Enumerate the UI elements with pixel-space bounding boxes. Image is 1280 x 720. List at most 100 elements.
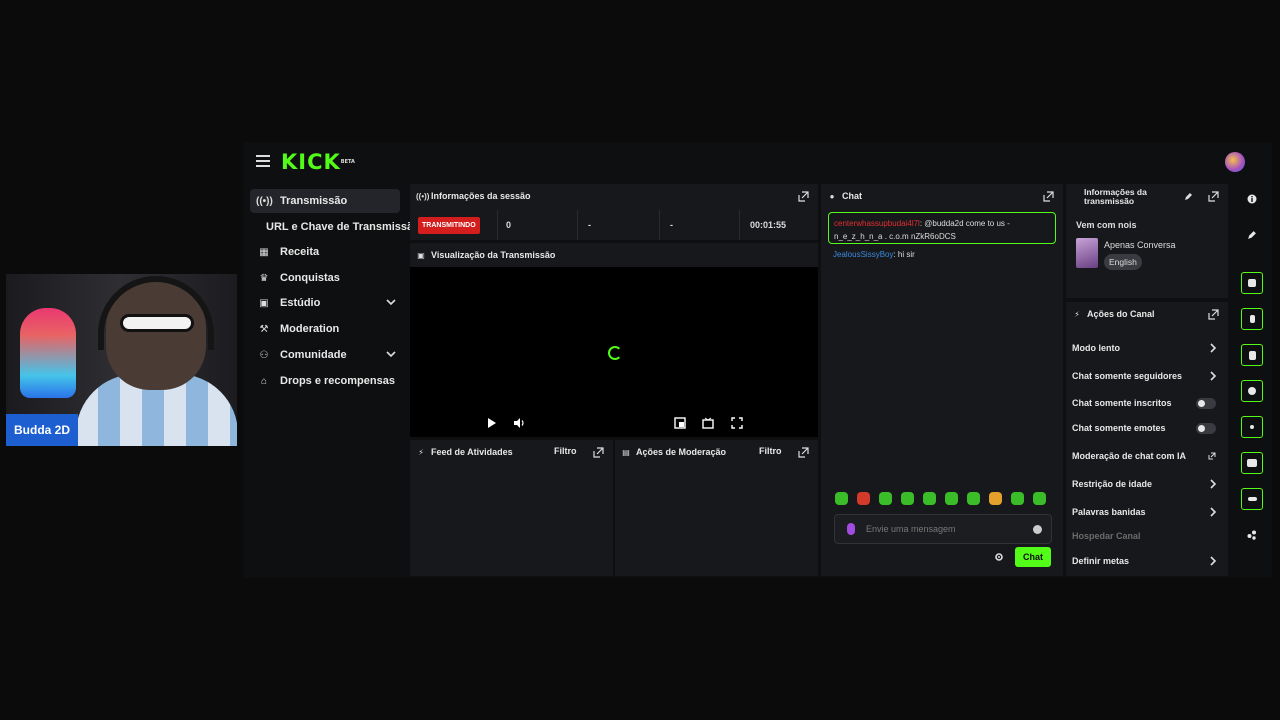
studio-icon: ▣	[259, 297, 269, 309]
emote-icon[interactable]	[901, 492, 914, 505]
action-label: Modo lento	[1072, 343, 1120, 353]
emoji-picker-icon[interactable]	[1033, 525, 1042, 534]
chevron-right-icon	[1210, 479, 1217, 489]
microphone-icon[interactable]	[847, 523, 855, 535]
emote-icon[interactable]	[945, 492, 958, 505]
action-label: Palavras banidas	[1072, 507, 1146, 517]
user-avatar[interactable]	[1225, 152, 1245, 172]
external-link-icon	[1208, 452, 1216, 460]
fullscreen-icon[interactable]	[731, 417, 743, 429]
action-label: Chat somente seguidores	[1072, 371, 1183, 381]
sidebar: ((•)) Transmissão URL e Chave de Transmi…	[243, 182, 416, 578]
sidebar-item-conquistas[interactable]: ♛ Conquistas	[250, 266, 400, 290]
edit-pencil-icon[interactable]	[1241, 224, 1263, 246]
webcam-lamp	[20, 308, 76, 398]
panel-title: Ações de Moderação	[636, 447, 727, 457]
share-nodes-icon[interactable]	[1241, 524, 1263, 546]
popout-icon[interactable]	[798, 447, 809, 458]
sidebar-item-url-chave[interactable]: URL e Chave de Transmissão	[266, 216, 416, 238]
emote-icon[interactable]	[857, 492, 870, 505]
top-bar: KICKBETA	[243, 142, 1272, 182]
chat-send-button[interactable]: Chat	[1015, 547, 1051, 567]
flash-icon: ⚡	[1074, 309, 1080, 319]
popout-icon[interactable]	[1043, 191, 1054, 202]
language-tag: English	[1104, 254, 1142, 270]
creator-dashboard: KICKBETA ((•)) Transmissão URL e Chave d…	[243, 142, 1272, 578]
action-slow-mode[interactable]: Modo lento	[1072, 336, 1222, 360]
theater-mode-icon[interactable]	[702, 417, 714, 429]
emote-icon[interactable]	[1011, 492, 1024, 505]
screen-icon: ▣	[417, 250, 425, 260]
clip-icon[interactable]	[1241, 272, 1263, 294]
flash-icon[interactable]	[1241, 308, 1263, 330]
chat-header: ● Chat	[821, 184, 1063, 208]
info-icon[interactable]	[1241, 188, 1263, 210]
moderation-actions-header: ▤ Ações de Moderação	[615, 440, 818, 464]
play-icon[interactable]	[485, 417, 497, 429]
sidebar-item-label: Moderation	[280, 323, 340, 335]
sidebar-item-drops[interactable]: ⌂ Drops e recompensas	[250, 369, 400, 393]
chevron-right-icon	[1210, 343, 1217, 353]
chevron-down-icon[interactable]	[386, 349, 396, 359]
emote-icon[interactable]	[923, 492, 936, 505]
action-ai-moderation[interactable]: Moderação de chat com IA	[1072, 444, 1222, 468]
sidebar-item-receita[interactable]: ▦ Receita	[250, 240, 400, 264]
broadcast-icon[interactable]	[1241, 416, 1263, 438]
chat-input-placeholder: Envie uma mensagem	[866, 524, 956, 534]
webcam-name-label: Budda 2D	[6, 414, 79, 446]
kick-logo[interactable]: KICKBETA	[281, 150, 355, 174]
action-label: Chat somente emotes	[1072, 423, 1166, 433]
action-label: Hospedar Canal	[1072, 531, 1141, 541]
emote-icon[interactable]	[835, 492, 848, 505]
chat-bubble-icon[interactable]	[1241, 380, 1263, 402]
sidebar-item-moderation[interactable]: ⚒ Moderation	[250, 317, 400, 341]
chevron-right-icon	[1210, 507, 1217, 517]
action-emotes-only[interactable]: Chat somente emotes	[1072, 416, 1222, 440]
feed-filter-button[interactable]: Filtro	[554, 446, 577, 456]
sidebar-item-transmissao[interactable]: ((•)) Transmissão	[250, 189, 400, 213]
sidebar-item-comunidade[interactable]: ⚇ Comunidade	[250, 343, 400, 367]
chat-bubble-icon: ●	[829, 191, 835, 201]
document-icon[interactable]	[1241, 344, 1263, 366]
panel-title: Informações da sessão	[431, 191, 531, 201]
chat-message-text: : hi sir	[893, 250, 915, 259]
emote-icon[interactable]	[1033, 492, 1046, 505]
chevron-down-icon[interactable]	[386, 297, 396, 307]
chevron-right-icon	[1210, 556, 1217, 566]
hamburger-menu-icon[interactable]	[256, 155, 270, 167]
session-icon: ((•))	[416, 191, 430, 201]
volume-icon[interactable]	[513, 417, 525, 429]
action-banned-words[interactable]: Palavras banidas	[1072, 500, 1222, 524]
emote-icon[interactable]	[879, 492, 892, 505]
sidebar-item-label: Drops e recompensas	[280, 375, 395, 387]
chat-message-input[interactable]: Envie uma mensagem	[834, 514, 1052, 544]
gift-icon: ⌂	[260, 375, 268, 387]
loading-spinner-icon	[608, 346, 622, 360]
mini-player-icon[interactable]	[674, 417, 686, 429]
edit-pencil-icon[interactable]	[1184, 192, 1193, 201]
action-age-restriction[interactable]: Restrição de idade	[1072, 472, 1222, 496]
chat-username[interactable]: centerwhassupbudai4l7l	[834, 219, 920, 228]
stream-category[interactable]: Apenas Conversa	[1104, 240, 1176, 250]
popout-icon[interactable]	[798, 191, 809, 202]
popout-icon[interactable]	[1208, 309, 1219, 320]
gear-icon[interactable]	[994, 552, 1004, 562]
wrench-icon[interactable]	[1241, 488, 1263, 510]
action-subscribers-only[interactable]: Chat somente inscritos	[1072, 391, 1222, 415]
chat-username[interactable]: JealousSissyBoy	[833, 250, 893, 259]
emote-icon[interactable]	[967, 492, 980, 505]
popout-icon[interactable]	[593, 447, 604, 458]
moderation-filter-button[interactable]: Filtro	[759, 446, 782, 456]
popout-icon[interactable]	[1208, 191, 1219, 202]
pinned-message[interactable]: centerwhassupbudai4l7l: @budda2d come to…	[828, 212, 1056, 244]
activity-feed-panel: ⚡ Feed de Atividades Filtro	[410, 440, 613, 576]
layout-icon[interactable]	[1241, 452, 1263, 474]
subscribers-only-toggle[interactable]	[1196, 398, 1216, 409]
category-thumbnail[interactable]	[1076, 238, 1098, 268]
action-followers-only[interactable]: Chat somente seguidores	[1072, 364, 1222, 388]
emotes-only-toggle[interactable]	[1196, 423, 1216, 434]
stream-preview-player[interactable]	[410, 267, 818, 437]
action-set-goals[interactable]: Definir metas	[1072, 549, 1222, 573]
sidebar-item-estudio[interactable]: ▣ Estúdio	[250, 291, 400, 315]
emote-icon[interactable]	[989, 492, 1002, 505]
